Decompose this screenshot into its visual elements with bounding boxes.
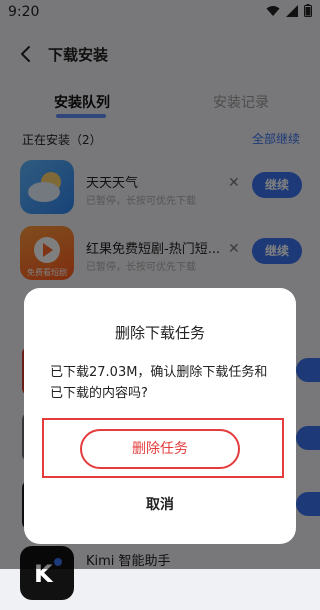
- cancel-button[interactable]: 取消: [24, 494, 296, 514]
- delete-task-button[interactable]: 删除任务: [80, 429, 240, 469]
- dialog-message: 已下载27.03M，确认删除下载任务和已下载的内容吗?: [50, 365, 268, 401]
- dialog-title: 删除下载任务: [114, 324, 205, 342]
- delete-task-dialog: 删除下载任务 已下载27.03M，确认删除下载任务和已下载的内容吗? 删除任务 …: [24, 288, 296, 544]
